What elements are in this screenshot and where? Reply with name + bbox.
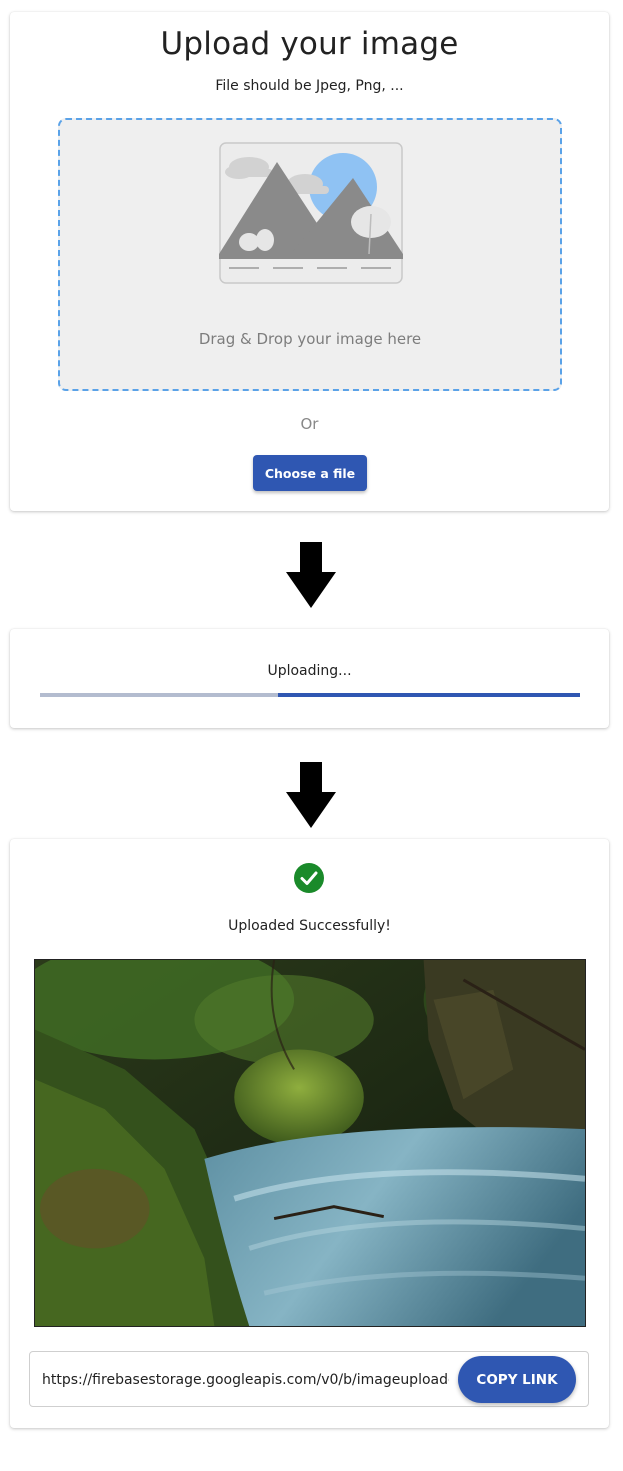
choose-file-button[interactable]: Choose a file bbox=[253, 455, 367, 491]
image-placeholder-icon bbox=[219, 142, 403, 284]
progress-card: Uploading... bbox=[10, 629, 609, 728]
share-link-input[interactable] bbox=[42, 1368, 449, 1392]
down-arrow-icon bbox=[286, 542, 336, 608]
uploaded-image-preview bbox=[34, 959, 586, 1327]
share-link-field: COPY LINK bbox=[29, 1351, 589, 1407]
progress-bar-fill bbox=[277, 693, 580, 697]
success-status: Uploaded Successfully! bbox=[228, 918, 391, 934]
progress-bar bbox=[40, 693, 580, 697]
check-circle-icon bbox=[294, 863, 324, 893]
down-arrow-icon bbox=[286, 762, 336, 828]
page-title: Upload your image bbox=[160, 26, 459, 62]
upload-card: Upload your image File should be Jpeg, P… bbox=[10, 12, 609, 511]
success-card: Uploaded Successfully! https://firebases… bbox=[10, 839, 609, 1428]
or-divider-text: Or bbox=[300, 415, 319, 433]
file-type-hint: File should be Jpeg, Png, ... bbox=[215, 78, 404, 94]
uploading-status: Uploading... bbox=[267, 663, 352, 679]
copy-link-button[interactable]: COPY LINK bbox=[458, 1356, 576, 1403]
drop-instructions: Drag & Drop your image here bbox=[198, 330, 422, 348]
drop-zone[interactable]: Drag & Drop your image here bbox=[58, 118, 562, 391]
